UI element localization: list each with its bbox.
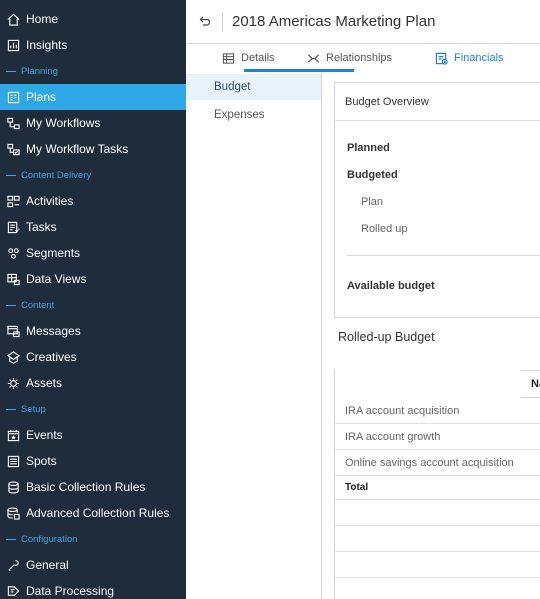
overview-divider: [347, 255, 540, 256]
events-icon: [6, 428, 20, 442]
budget-overview-panel: Budget Overview Planned Budgeted Plan Ro…: [334, 82, 540, 318]
plan-label: Plan: [361, 196, 384, 208]
plans-icon: [6, 90, 20, 104]
table-empty-row: [335, 500, 540, 526]
data-views-icon: [6, 272, 20, 286]
back-button[interactable]: [196, 13, 214, 31]
tasks-icon: [6, 220, 20, 234]
tab-relationships[interactable]: Relationships: [306, 44, 392, 72]
sidebar-item-label: Data Views: [26, 272, 87, 286]
sidebar-item-label: Activities: [26, 194, 74, 208]
assets-icon: [6, 376, 20, 390]
financials-subnav: Budget Expenses: [186, 72, 322, 599]
sidebar-item-label: Data Processing: [26, 584, 115, 598]
sidebar-item-home[interactable]: Home: [0, 6, 186, 32]
sidebar-item-creatives[interactable]: Creatives: [0, 344, 186, 370]
messages-icon: [6, 324, 20, 338]
sidebar-section-content-delivery: Content Delivery: [0, 162, 186, 188]
sidebar-item-activities[interactable]: Activities: [0, 188, 186, 214]
back-icon: [199, 15, 211, 30]
sidebar-item-tasks[interactable]: Tasks: [0, 214, 186, 240]
home-icon: [6, 12, 20, 26]
sidebar-item-messages[interactable]: Messages: [0, 318, 186, 344]
sidebar-item-basic-collection-rules[interactable]: Basic Collection Rules: [0, 474, 186, 500]
workflow-tasks-icon: [6, 142, 20, 156]
activities-icon: [6, 194, 20, 208]
sidebar-item-events[interactable]: Events: [0, 422, 186, 448]
sidebar-item-data-processing[interactable]: Data Processing: [0, 578, 186, 599]
sidebar-item-insights[interactable]: Insights: [0, 32, 186, 58]
sidebar-item-spots[interactable]: Spots: [0, 448, 186, 474]
financials-icon: [434, 51, 448, 65]
sidebar-section-content: Content: [0, 292, 186, 318]
main-content: Budget Overview Planned Budgeted Plan Ro…: [322, 72, 540, 599]
sidebar-item-label: My Workflows: [26, 116, 101, 130]
sidebar-item-label: Tasks: [26, 220, 57, 234]
sidebar: Home Insights Planning Plans My Workflow…: [0, 0, 186, 599]
tab-financials[interactable]: Financials: [434, 44, 504, 72]
insights-icon: [6, 38, 20, 52]
sidebar-item-label: Home: [26, 12, 59, 26]
sidebar-item-label: Advanced Collection Rules: [26, 506, 170, 520]
sidebar-section-planning: Planning: [0, 58, 186, 84]
tab-bar: Details Relationships Financials: [186, 44, 540, 72]
sidebar-item-label: Assets: [26, 376, 63, 390]
sidebar-item-label: General: [26, 558, 69, 572]
page-title: 2018 Americas Marketing Plan: [232, 13, 436, 30]
header-divider: [222, 12, 223, 32]
available-budget-label: Available budget: [347, 280, 435, 292]
creatives-icon: [6, 350, 20, 364]
sidebar-item-label: Segments: [26, 246, 81, 260]
table-header-name[interactable]: Name: [521, 370, 540, 398]
page-header: 2018 Americas Marketing Plan: [186, 0, 540, 44]
workflows-icon: [6, 116, 20, 130]
sidebar-item-label: Creatives: [26, 350, 77, 364]
budgeted-label: Budgeted: [347, 169, 398, 181]
sidebar-item-advanced-collection-rules[interactable]: Advanced Collection Rules: [0, 500, 186, 526]
relationships-icon: [306, 51, 320, 65]
sidebar-item-label: Basic Collection Rules: [26, 480, 146, 494]
sidebar-item-label: Messages: [26, 324, 81, 338]
budget-overview-title: Budget Overview: [335, 83, 540, 121]
details-icon: [221, 51, 235, 65]
spots-icon: [6, 454, 20, 468]
table-row[interactable]: IRA account growth: [335, 424, 540, 450]
segments-icon: [6, 246, 20, 260]
sidebar-section-setup: Setup: [0, 396, 186, 422]
rolled-up-budget-title: Rolled-up Budget: [338, 330, 435, 344]
general-icon: [6, 558, 20, 572]
sidebar-item-label: Spots: [26, 454, 57, 468]
sidebar-item-general[interactable]: General: [0, 552, 186, 578]
advanced-rules-icon: [6, 506, 20, 520]
sidebar-item-plans[interactable]: Plans: [0, 84, 186, 110]
rolled-up-budget-table: Name IRA account acquisition IRA account…: [334, 370, 540, 599]
sidebar-item-label: Events: [26, 428, 63, 442]
planned-label: Planned: [347, 142, 390, 154]
table-total-row: Total: [335, 476, 540, 500]
data-processing-icon: [6, 584, 20, 598]
table-row[interactable]: Online savings account acquisition: [335, 450, 540, 476]
table-empty-row: [335, 526, 540, 552]
table-row[interactable]: IRA account acquisition: [335, 398, 540, 424]
basic-rules-icon: [6, 480, 20, 494]
table-empty-row: [335, 552, 540, 578]
sidebar-item-segments[interactable]: Segments: [0, 240, 186, 266]
tab-details[interactable]: Details: [221, 44, 275, 72]
sidebar-item-my-workflows[interactable]: My Workflows: [0, 110, 186, 136]
rolled-up-label: Rolled up: [361, 223, 408, 235]
sidebar-item-label: Insights: [26, 38, 68, 52]
table-empty-row: [335, 578, 540, 599]
sidebar-item-label: My Workflow Tasks: [26, 142, 129, 156]
subnav-item-budget[interactable]: Budget: [186, 74, 321, 100]
sidebar-item-assets[interactable]: Assets: [0, 370, 186, 396]
sidebar-item-data-views[interactable]: Data Views: [0, 266, 186, 292]
subnav-item-expenses[interactable]: Expenses: [186, 102, 321, 128]
sidebar-section-configuration: Configuration: [0, 526, 186, 552]
sidebar-item-my-workflow-tasks[interactable]: My Workflow Tasks: [0, 136, 186, 162]
sidebar-item-label: Plans: [26, 90, 57, 104]
